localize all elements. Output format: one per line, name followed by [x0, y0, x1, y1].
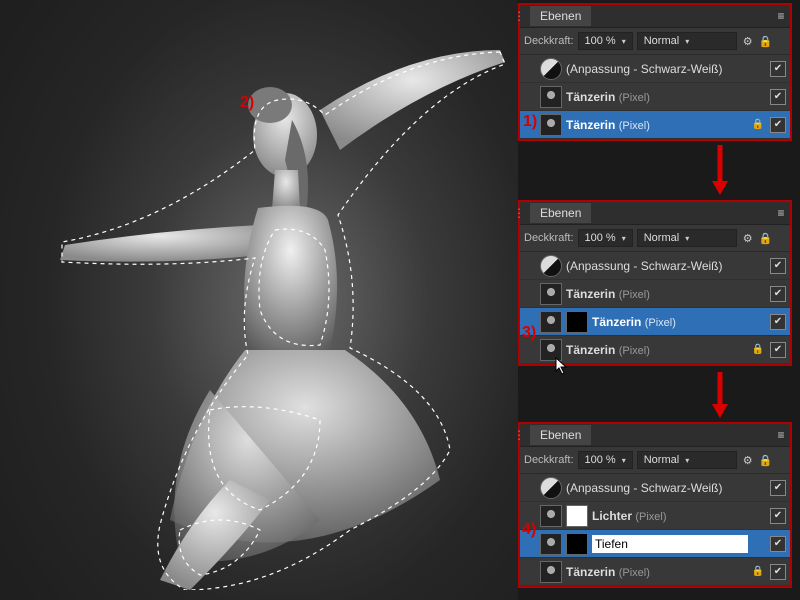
caret-down-icon: ▾ — [685, 37, 689, 46]
layer-row-dancer[interactable]: Tänzerin (Pixel) 🔒 ✔ — [520, 558, 790, 586]
layer-name: (Anpassung - Schwarz-Weiß) — [566, 259, 723, 273]
blendmode-dropdown[interactable]: Normal▾ — [637, 229, 737, 247]
layer-row-adjustment[interactable]: (Anpassung - Schwarz-Weiß) ✔ — [520, 55, 790, 83]
opacity-blend-row: Deckkraft: 100 %▾ Normal▾ ⚙ 🔒 — [520, 447, 790, 474]
adjustment-thumb-icon — [540, 477, 562, 499]
layer-name: (Anpassung - Schwarz-Weiß) — [566, 481, 723, 495]
panel-tab-layers[interactable]: Ebenen — [530, 425, 591, 445]
blendmode-dropdown[interactable]: Normal▾ — [637, 451, 737, 469]
visibility-checkbox[interactable]: ✔ — [770, 258, 786, 274]
panel-menu-icon[interactable]: ≡ — [772, 9, 790, 23]
visibility-checkbox[interactable]: ✔ — [770, 508, 786, 524]
layer-row-dancer-selected[interactable]: Tänzerin (Pixel) ✔ — [520, 308, 790, 336]
caret-down-icon: ▾ — [622, 456, 626, 465]
layer-thumb-icon — [540, 505, 562, 527]
panel-tab-layers[interactable]: Ebenen — [530, 203, 591, 223]
mask-thumb-icon — [566, 311, 588, 333]
layer-row-dancer[interactable]: Tänzerin (Pixel) ✔ — [520, 83, 790, 111]
panel-tabbar: ⋮⋮ Ebenen ≡ — [520, 5, 790, 28]
layer-thumb-icon — [540, 114, 562, 136]
gear-icon[interactable]: ⚙ — [741, 34, 755, 48]
visibility-checkbox[interactable]: ✔ — [770, 314, 786, 330]
layer-row-dancer[interactable]: Tänzerin (Pixel) ✔ — [520, 280, 790, 308]
annotation-4: 4) — [522, 521, 536, 539]
drag-handle-icon[interactable]: ⋮⋮ — [520, 5, 530, 27]
lock-small-icon: 🔒 — [752, 344, 764, 355]
annotation-2: 2) — [240, 94, 254, 112]
layer-row-lichter[interactable]: Lichter (Pixel) ✔ — [520, 502, 790, 530]
visibility-checkbox[interactable]: ✔ — [770, 117, 786, 133]
lock-small-icon: 🔒 — [752, 566, 764, 577]
canvas-viewport[interactable] — [0, 0, 518, 600]
opacity-dropdown[interactable]: 100 %▾ — [578, 451, 633, 469]
layer-row-dancer-selected[interactable]: Tänzerin (Pixel) 🔒 ✔ — [520, 111, 790, 139]
lock-icon[interactable]: 🔒 — [759, 231, 773, 245]
gear-icon[interactable]: ⚙ — [741, 231, 755, 245]
blendmode-dropdown[interactable]: Normal▾ — [637, 32, 737, 50]
panel-menu-icon[interactable]: ≡ — [772, 428, 790, 442]
layer-row-adjustment[interactable]: (Anpassung - Schwarz-Weiß) ✔ — [520, 252, 790, 280]
visibility-checkbox[interactable]: ✔ — [770, 89, 786, 105]
opacity-blend-row: Deckkraft: 100 %▾ Normal▾ ⚙ 🔒 — [520, 28, 790, 55]
visibility-checkbox[interactable]: ✔ — [770, 342, 786, 358]
layer-thumb-icon — [540, 311, 562, 333]
layer-thumb-icon — [540, 339, 562, 361]
layer-name: Tänzerin (Pixel) — [566, 287, 650, 301]
layer-name: (Anpassung - Schwarz-Weiß) — [566, 62, 723, 76]
caret-down-icon: ▾ — [685, 234, 689, 243]
panel-tabbar: ⋮⋮ Ebenen ≡ — [520, 424, 790, 447]
layer-name: Tänzerin (Pixel) — [592, 315, 676, 329]
layer-name: Tänzerin (Pixel) — [566, 118, 650, 132]
visibility-checkbox[interactable]: ✔ — [770, 480, 786, 496]
layer-name: Tänzerin (Pixel) — [566, 565, 650, 579]
annotation-3: 3) — [522, 324, 536, 342]
layer-name: Tänzerin (Pixel) — [566, 90, 650, 104]
visibility-checkbox[interactable]: ✔ — [770, 286, 786, 302]
visibility-checkbox[interactable]: ✔ — [770, 536, 786, 552]
caret-down-icon: ▾ — [622, 234, 626, 243]
mask-thumb-icon — [566, 533, 588, 555]
lock-icon[interactable]: 🔒 — [759, 34, 773, 48]
layer-rename-input[interactable] — [592, 535, 748, 553]
adjustment-thumb-icon — [540, 255, 562, 277]
layer-thumb-icon — [540, 533, 562, 555]
opacity-dropdown[interactable]: 100 %▾ — [578, 229, 633, 247]
visibility-checkbox[interactable]: ✔ — [770, 61, 786, 77]
drag-handle-icon[interactable]: ⋮⋮ — [520, 202, 530, 224]
layer-row-tiefen-editing[interactable]: ✔ — [520, 530, 790, 558]
drag-handle-icon[interactable]: ⋮⋮ — [520, 424, 530, 446]
opacity-label: Deckkraft: — [524, 232, 574, 244]
layers-panel-3: ⋮⋮ Ebenen ≡ Deckkraft: 100 %▾ Normal▾ ⚙ … — [518, 422, 792, 588]
panel-menu-icon[interactable]: ≡ — [772, 206, 790, 220]
caret-down-icon: ▾ — [622, 37, 626, 46]
layer-thumb-icon — [540, 283, 562, 305]
layer-name: Tänzerin (Pixel) — [566, 343, 650, 357]
gear-icon[interactable]: ⚙ — [741, 453, 755, 467]
visibility-checkbox[interactable]: ✔ — [770, 564, 786, 580]
mask-thumb-icon — [566, 505, 588, 527]
panel-tabbar: ⋮⋮ Ebenen ≡ — [520, 202, 790, 225]
lock-icon[interactable]: 🔒 — [759, 453, 773, 467]
adjustment-thumb-icon — [540, 58, 562, 80]
layer-name: Lichter (Pixel) — [592, 509, 667, 523]
opacity-dropdown[interactable]: 100 %▾ — [578, 32, 633, 50]
opacity-blend-row: Deckkraft: 100 %▾ Normal▾ ⚙ 🔒 — [520, 225, 790, 252]
layers-panel-1: ⋮⋮ Ebenen ≡ Deckkraft: 100 %▾ Normal▾ ⚙ … — [518, 3, 792, 141]
dancer-figure — [60, 50, 518, 590]
layer-row-adjustment[interactable]: (Anpassung - Schwarz-Weiß) ✔ — [520, 474, 790, 502]
arrow-down-icon — [710, 145, 730, 195]
layers-panel-2: ⋮⋮ Ebenen ≡ Deckkraft: 100 %▾ Normal▾ ⚙ … — [518, 200, 792, 366]
opacity-label: Deckkraft: — [524, 454, 574, 466]
lock-small-icon: 🔒 — [752, 119, 764, 130]
layer-row-dancer[interactable]: Tänzerin (Pixel) 🔒 ✔ — [520, 336, 790, 364]
annotation-1: 1) — [523, 113, 537, 131]
layer-thumb-icon — [540, 86, 562, 108]
panel-tab-layers[interactable]: Ebenen — [530, 6, 591, 26]
opacity-label: Deckkraft: — [524, 35, 574, 47]
caret-down-icon: ▾ — [685, 456, 689, 465]
layer-thumb-icon — [540, 561, 562, 583]
arrow-down-icon — [710, 372, 730, 418]
